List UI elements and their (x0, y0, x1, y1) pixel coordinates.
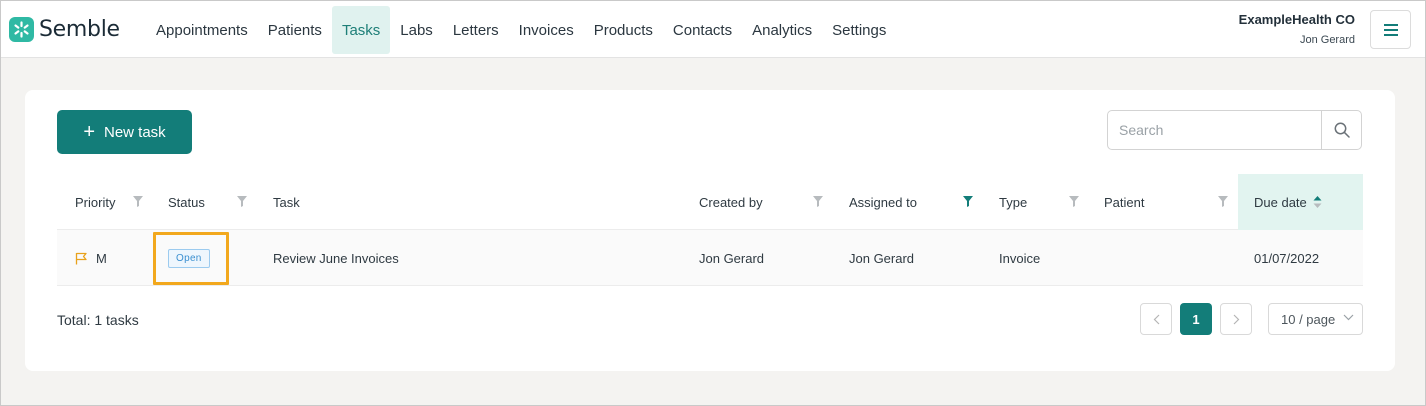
new-task-button[interactable]: + New task (57, 110, 192, 154)
account-org-name: ExampleHealth CO (1238, 12, 1355, 27)
created-by-cell: Jon Gerard (699, 250, 765, 266)
nav-contacts[interactable]: Contacts (663, 6, 742, 54)
menu-button[interactable] (1370, 10, 1411, 49)
nav-patients[interactable]: Patients (258, 6, 332, 54)
plus-icon: + (83, 121, 95, 143)
nav-appointments[interactable]: Appointments (146, 6, 258, 54)
filter-icon[interactable] (1218, 196, 1228, 207)
column-header-type[interactable]: Type (999, 174, 1027, 230)
chevron-right-icon (1233, 314, 1239, 324)
search-icon (1334, 122, 1350, 138)
task-cell[interactable]: Review June Invoices (273, 230, 399, 286)
column-header-created-by[interactable]: Created by (699, 174, 763, 230)
due-date-cell: 01/07/2022 (1254, 250, 1320, 266)
search-box (1107, 110, 1362, 150)
tasks-card: + New task Priority Status Task Created … (25, 90, 1395, 371)
column-header-status[interactable]: Status (168, 174, 205, 230)
total-count: Total: 1 tasks (57, 312, 139, 328)
filter-active-icon[interactable] (963, 196, 973, 207)
column-header-assigned-to[interactable]: Assigned to (849, 174, 917, 230)
filter-icon[interactable] (813, 196, 823, 207)
status-badge: Open (168, 248, 210, 268)
priority-cell: M (75, 230, 107, 286)
page-size-select[interactable]: 10 / page (1268, 303, 1363, 335)
pagination: 1 10 / page (1140, 303, 1363, 335)
status-cell: Open (168, 230, 210, 286)
assigned-to-cell: Jon Gerard (849, 250, 915, 266)
app-name: Semble (39, 17, 120, 42)
main-nav: Appointments Patients Tasks Labs Letters… (146, 6, 896, 54)
page-size-value: 10 / page (1281, 311, 1336, 327)
page-number-current[interactable]: 1 (1180, 303, 1212, 335)
table-row[interactable]: M Open Review June Invoices Jon Gerard J… (57, 230, 1363, 286)
flag-icon (75, 252, 87, 264)
table-header: Priority Status Task Created by Assigned… (57, 174, 1363, 230)
search-input[interactable] (1108, 111, 1321, 149)
logo-mark-icon (9, 17, 34, 42)
hamburger-icon (1383, 23, 1398, 36)
nav-settings[interactable]: Settings (822, 6, 896, 54)
chevron-down-icon (1343, 314, 1354, 321)
column-header-patient[interactable]: Patient (1104, 174, 1144, 230)
filter-icon[interactable] (237, 196, 247, 207)
tasks-table: Priority Status Task Created by Assigned… (57, 174, 1363, 286)
next-page-button[interactable] (1220, 303, 1252, 335)
nav-analytics[interactable]: Analytics (742, 6, 822, 54)
previous-page-button[interactable] (1140, 303, 1172, 335)
filter-icon[interactable] (1069, 196, 1079, 207)
account-user-name: Jon Gerard (1299, 34, 1355, 46)
nav-labs[interactable]: Labs (390, 6, 443, 54)
top-navigation-bar: Semble Appointments Patients Tasks Labs … (1, 1, 1425, 58)
column-header-due-date[interactable]: Due date (1254, 174, 1322, 230)
column-header-priority[interactable]: Priority (75, 174, 115, 230)
nav-letters[interactable]: Letters (443, 6, 509, 54)
new-task-label: New task (104, 123, 166, 141)
nav-invoices[interactable]: Invoices (509, 6, 584, 54)
sort-ascending-icon[interactable] (1313, 195, 1322, 209)
account-info[interactable]: ExampleHealth CO Jon Gerard (1239, 12, 1355, 46)
column-header-due-date-label: Due date (1254, 194, 1307, 210)
nav-products[interactable]: Products (584, 6, 663, 54)
column-header-task[interactable]: Task (273, 174, 300, 230)
priority-value: M (96, 250, 107, 266)
filter-icon[interactable] (133, 196, 143, 207)
chevron-left-icon (1153, 314, 1159, 324)
search-button[interactable] (1321, 111, 1361, 149)
app-logo[interactable]: Semble (9, 17, 120, 42)
nav-tasks[interactable]: Tasks (331, 6, 391, 54)
type-cell: Invoice (999, 250, 1041, 266)
